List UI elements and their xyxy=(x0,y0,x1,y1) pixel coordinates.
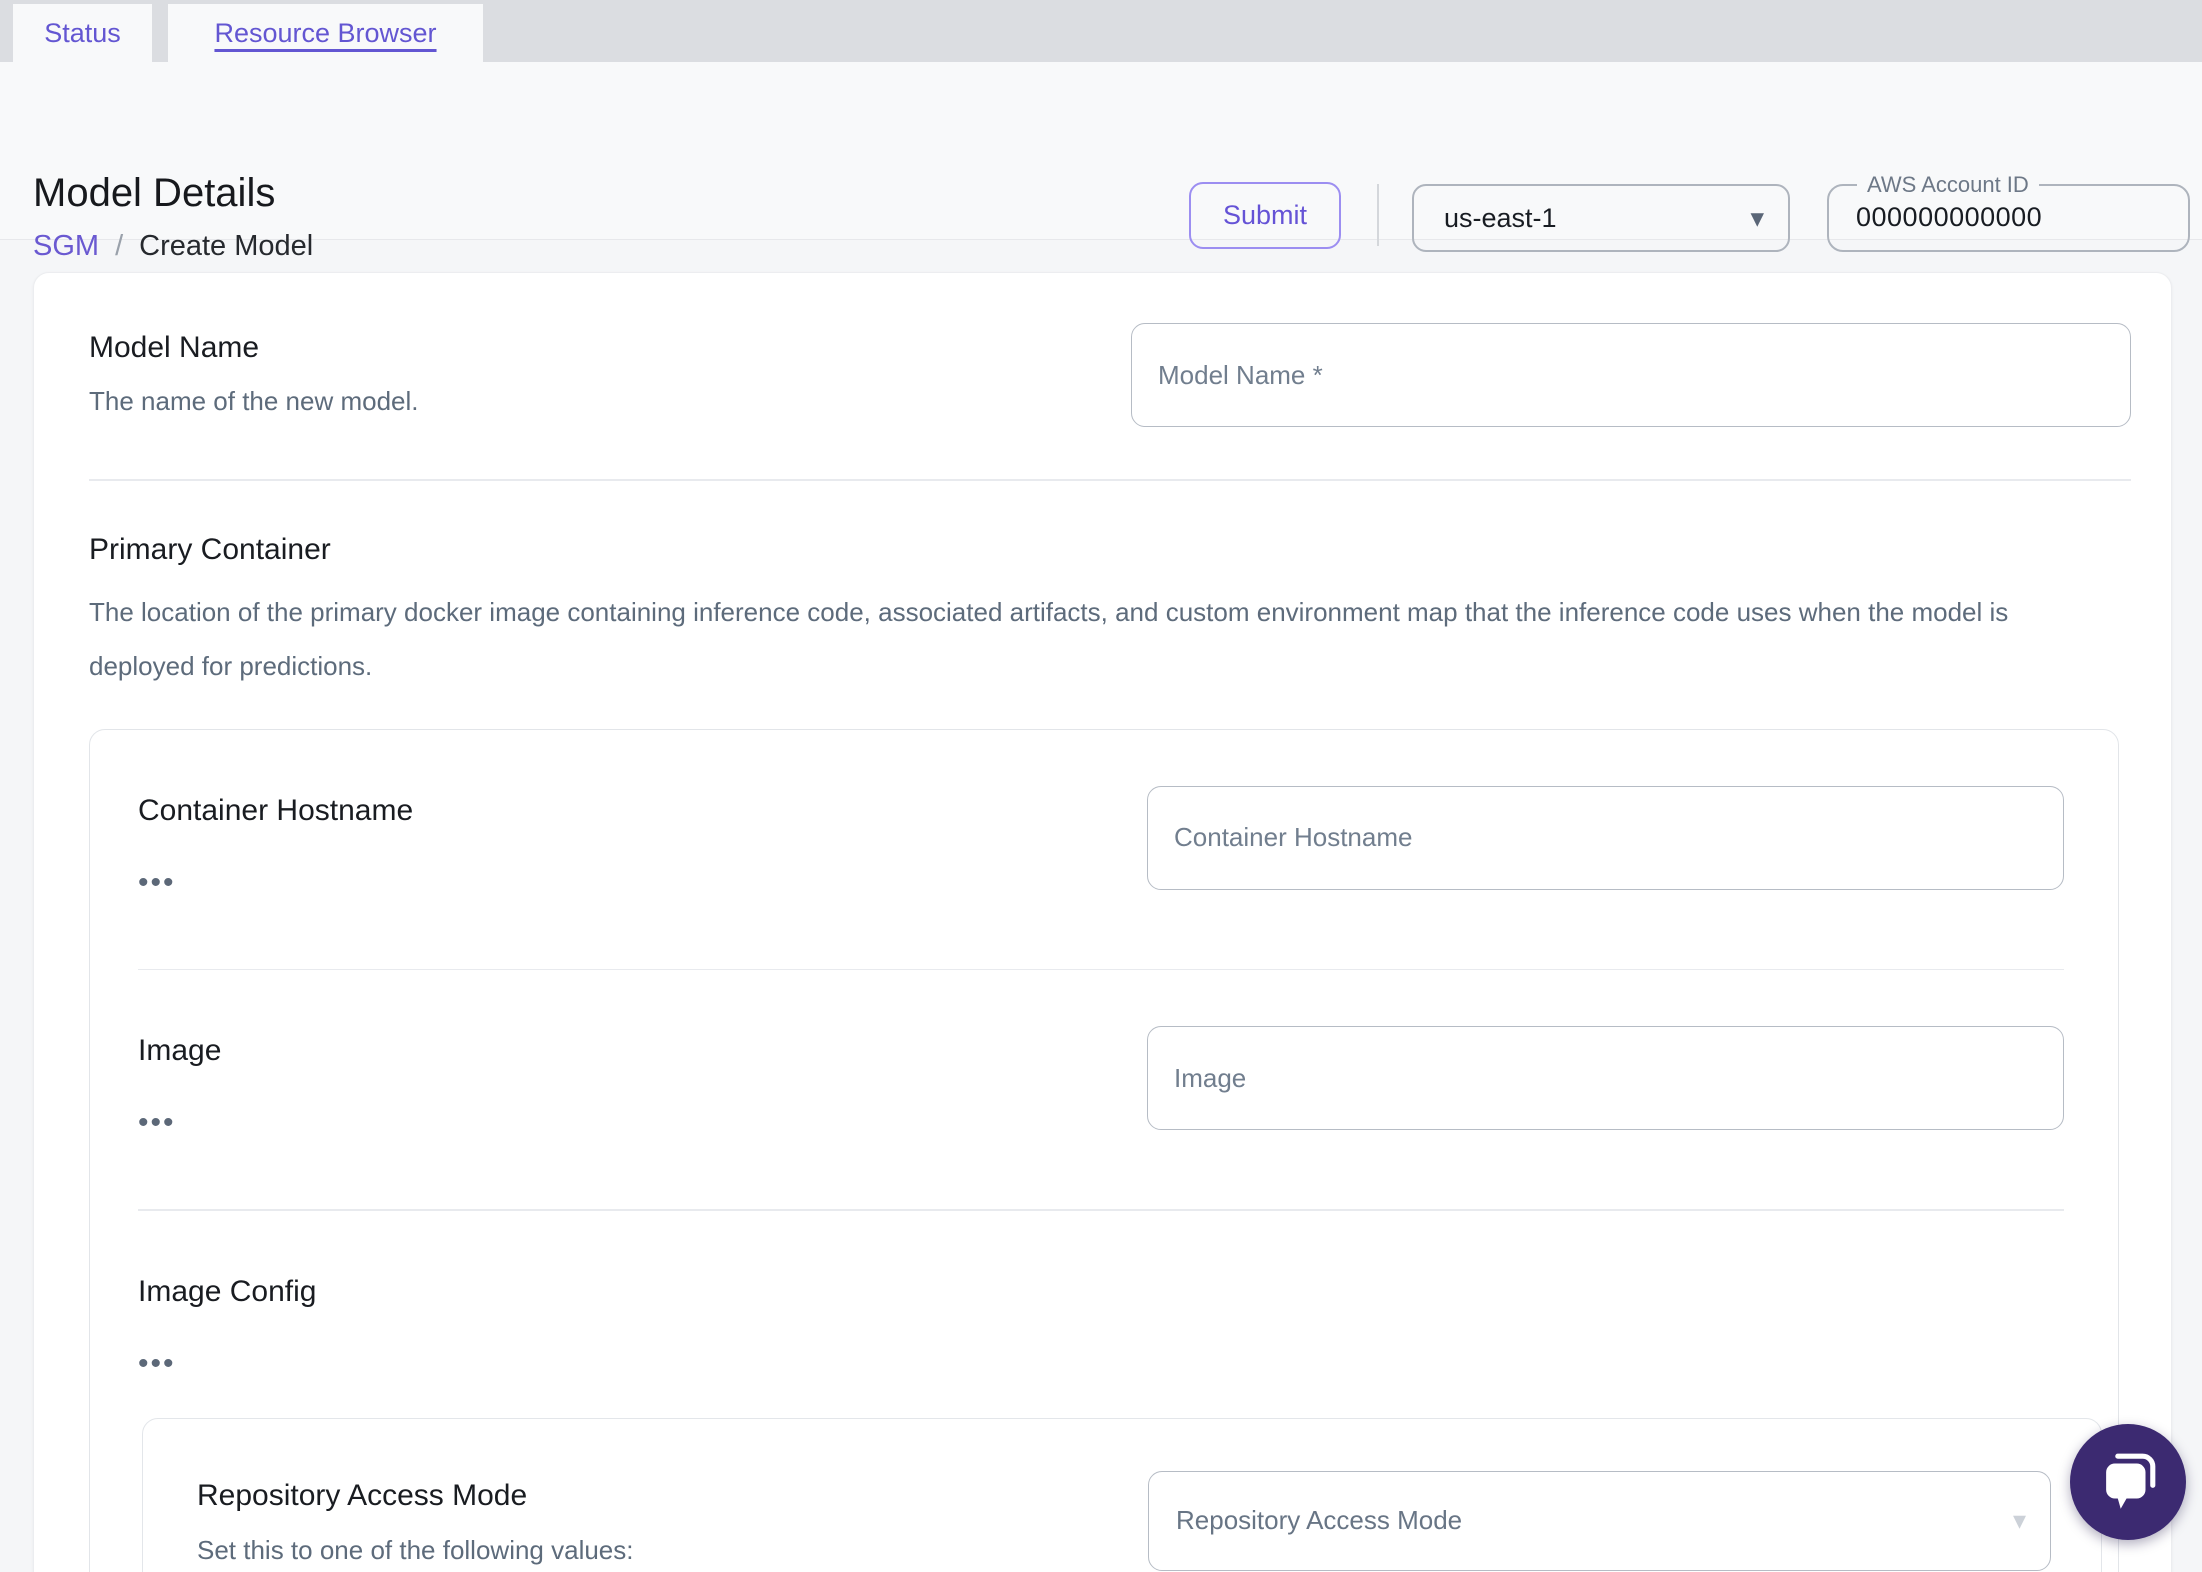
tab-resource-browser-label: Resource Browser xyxy=(214,17,437,48)
repository-access-mode-select[interactable]: Repository Access Mode ▾ xyxy=(1148,1470,2051,1571)
page-title: Model Details xyxy=(33,171,276,215)
breadcrumb: SGM / Create Model xyxy=(33,228,313,264)
region-select[interactable]: us-east-1 ▾ xyxy=(1412,184,1790,252)
image-heading: Image xyxy=(138,1034,222,1067)
primary-container-description: The location of the primary docker image… xyxy=(89,596,2009,681)
aws-account-id-field[interactable]: AWS Account ID 000000000000 xyxy=(1827,172,2190,252)
model-details-card: Model Name The name of the new model. Pr… xyxy=(33,272,2172,1572)
breadcrumb-link-sgm[interactable]: SGM xyxy=(33,228,99,264)
image-row: Image ••• xyxy=(90,970,2118,1138)
repository-access-mode-row: Repository Access Mode Set this to one o… xyxy=(197,1470,2051,1572)
breadcrumb-separator: / xyxy=(115,230,124,262)
primary-container-section: Primary Container The location of the pr… xyxy=(34,481,2171,693)
primary-container-heading: Primary Container xyxy=(89,532,331,566)
expand-description-button[interactable]: ••• xyxy=(138,867,176,897)
image-config-row: Image Config ••• xyxy=(90,1211,2118,1379)
repository-access-mode-heading: Repository Access Mode xyxy=(197,1478,528,1512)
container-hostname-heading: Container Hostname xyxy=(138,793,414,827)
chat-bubble-icon xyxy=(2093,1446,2163,1519)
breadcrumb-current: Create Model xyxy=(139,230,314,262)
repository-access-mode-description: Set this to one of the following values: xyxy=(197,1534,634,1565)
image-input[interactable] xyxy=(1147,1026,2064,1130)
tab-resource-browser[interactable]: Resource Browser xyxy=(168,4,483,62)
expand-description-button[interactable]: ••• xyxy=(138,1348,176,1378)
repository-access-mode-select-placeholder: Repository Access Mode xyxy=(1176,1505,1463,1535)
tab-bar: Status Resource Browser xyxy=(0,0,2202,62)
model-name-description: The name of the new model. xyxy=(89,386,419,416)
header-divider xyxy=(1377,184,1379,246)
tab-status-label: Status xyxy=(44,17,121,48)
tab-status[interactable]: Status xyxy=(13,4,152,62)
aws-account-id-label: AWS Account ID xyxy=(1867,172,2029,197)
chat-launcher-button[interactable] xyxy=(2070,1424,2186,1540)
container-hostname-row: Container Hostname ••• xyxy=(90,730,2118,897)
image-config-card: Repository Access Mode Set this to one o… xyxy=(142,1417,2102,1572)
page-header: Model Details SGM / Create Model Submit … xyxy=(0,62,2202,262)
model-name-input[interactable] xyxy=(1131,323,2131,427)
chevron-down-icon: ▾ xyxy=(1750,202,1764,233)
image-config-heading: Image Config xyxy=(138,1274,317,1308)
chevron-down-icon: ▾ xyxy=(2012,1505,2026,1535)
model-name-row: Model Name The name of the new model. xyxy=(34,273,2171,427)
expand-description-button[interactable]: ••• xyxy=(138,1108,176,1138)
container-hostname-input[interactable] xyxy=(1147,785,2064,890)
model-name-heading: Model Name xyxy=(89,331,260,364)
primary-container-card: Container Hostname ••• Image ••• Image C… xyxy=(89,728,2119,1572)
aws-account-id-value[interactable]: 000000000000 xyxy=(1829,198,2188,233)
region-select-value: us-east-1 xyxy=(1444,202,1557,233)
submit-button[interactable]: Submit xyxy=(1189,182,1341,249)
